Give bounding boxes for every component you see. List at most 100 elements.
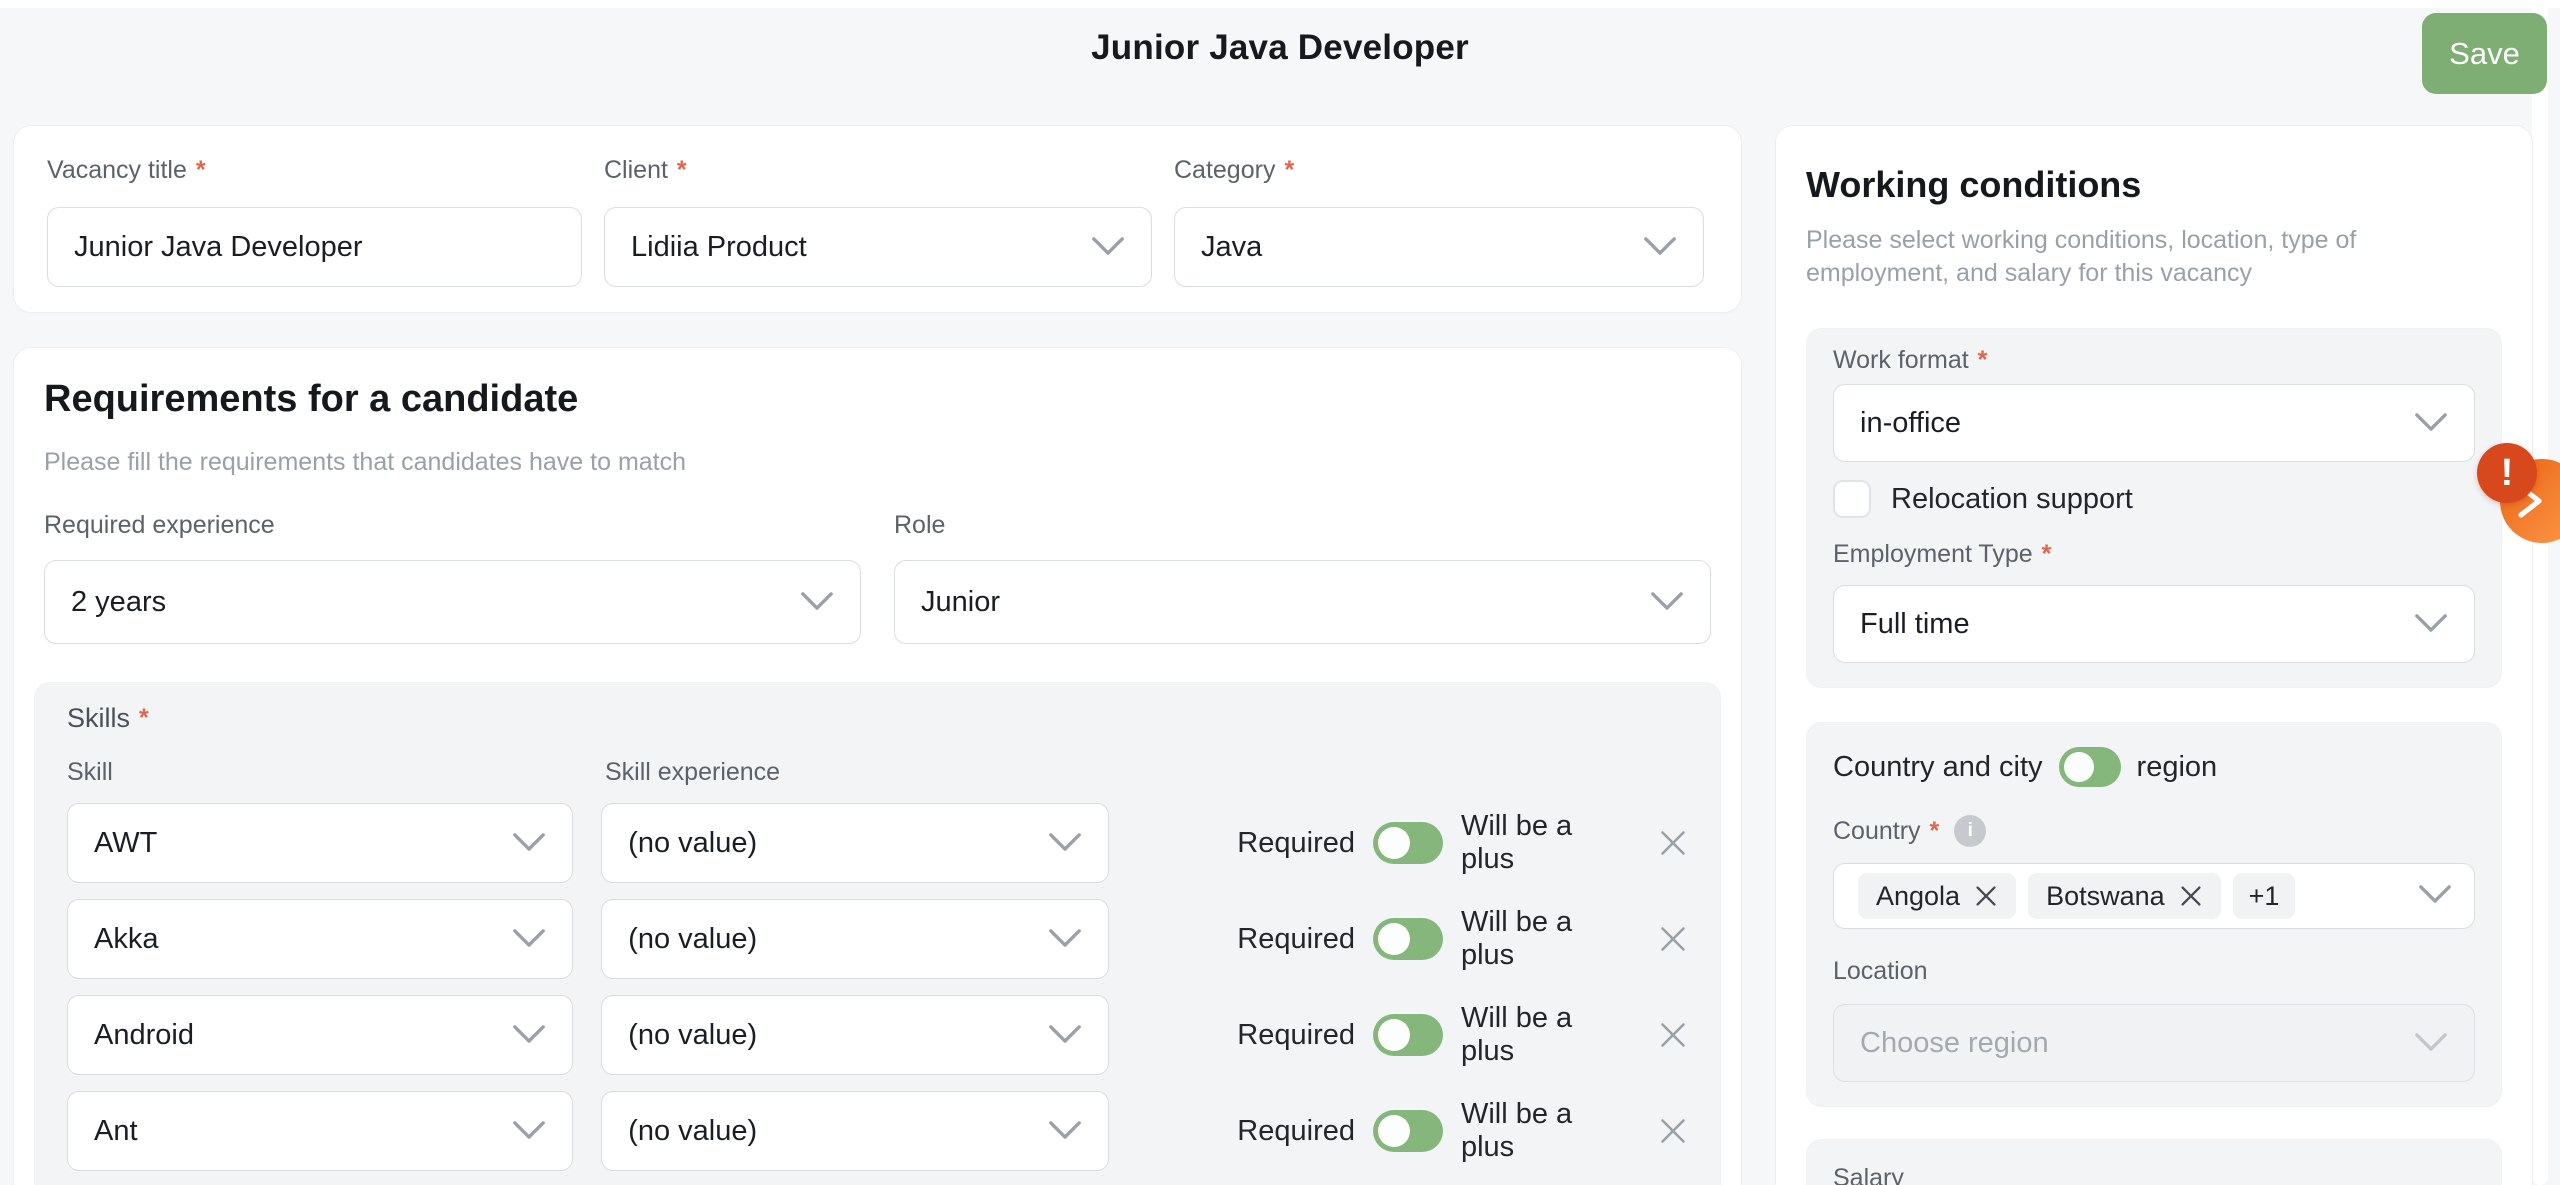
chevron-down-icon [1643,231,1677,264]
role-label: Role [894,511,1711,540]
client-label: Client * [604,156,1152,185]
chevron-down-icon [1048,923,1082,956]
relocation-support-row[interactable]: Relocation support [1833,480,2475,518]
toggle-knob [1378,827,1410,859]
skill-experience-value: (no value) [628,827,1034,860]
skill-select[interactable]: Akka [67,899,573,979]
skill-experience-column-label: Skill experience [605,758,1117,787]
employment-type-select[interactable]: Full time [1833,585,2475,663]
work-format-value: in-office [1860,407,2400,440]
vacancy-title-label: Vacancy title * [47,156,582,185]
skill-value: AWT [94,827,498,860]
category-field-group: Category * Java [1174,156,1704,287]
close-icon [1658,924,1688,954]
skill-experience-value: (no value) [628,923,1034,956]
country-chip-label: Botswana [2046,881,2165,912]
remove-skill-button[interactable] [1658,924,1688,954]
exclamation-icon: ! [2501,452,2514,495]
category-select[interactable]: Java [1174,207,1704,287]
skill-select[interactable]: Ant [67,1091,573,1171]
client-field-group: Client * Lidiia Product [604,156,1152,287]
required-asterisk: * [1284,156,1294,185]
required-plus-toggle[interactable] [1373,1110,1443,1152]
skill-experience-select[interactable]: (no value) [601,803,1109,883]
working-conditions-title: Working conditions [1806,164,2502,206]
country-more-badge[interactable]: +1 [2233,873,2296,919]
required-experience-label: Required experience [44,511,861,540]
required-plus-toggle[interactable] [1373,822,1443,864]
required-asterisk: * [677,156,687,185]
alert-badge[interactable]: ! [2477,443,2537,503]
close-icon [1658,1116,1688,1146]
save-button[interactable]: Save [2422,13,2547,94]
vacancy-card: Vacancy title * Junior Java Developer Cl… [13,125,1742,313]
country-chip-label: Angola [1876,881,1960,912]
remove-country-button[interactable] [1974,884,1998,908]
skill-row: Ant (no value) Required Will be a plus [67,1091,1688,1171]
required-experience-select[interactable]: 2 years [44,560,861,644]
vacancy-title-value: Junior Java Developer [74,231,363,264]
role-value: Junior [921,586,1636,619]
region-select[interactable]: Choose region [1833,1004,2475,1082]
skill-value: Akka [94,923,498,956]
work-format-select[interactable]: in-office [1833,384,2475,462]
chevron-down-icon [800,586,834,619]
country-chip: Botswana [2028,873,2221,919]
mode-country-city-label: Country and city [1833,751,2043,784]
plus-toggle-label: Will be a plus [1461,1002,1632,1068]
skill-experience-select[interactable]: (no value) [601,995,1109,1075]
chevron-down-icon [512,923,546,956]
remove-country-button[interactable] [2179,884,2203,908]
plus-toggle-label: Will be a plus [1461,810,1632,876]
remove-skill-button[interactable] [1658,828,1688,858]
chevron-down-icon [2414,608,2448,641]
required-plus-toggle[interactable] [1373,1014,1443,1056]
top-strip [0,0,2560,8]
chevron-down-icon [512,1019,546,1052]
chevron-down-icon [1091,231,1125,264]
required-toggle-label: Required [1237,827,1355,860]
skill-value: Ant [94,1115,498,1148]
remove-skill-button[interactable] [1658,1116,1688,1146]
required-toggle-label: Required [1237,923,1355,956]
client-value: Lidiia Product [631,231,1077,264]
client-select[interactable]: Lidiia Product [604,207,1152,287]
chevron-down-icon [512,1115,546,1148]
chevron-down-icon [2414,407,2448,440]
skill-experience-select[interactable]: (no value) [601,899,1109,979]
mode-region-label: region [2137,751,2218,784]
chevron-down-icon [1048,1019,1082,1052]
country-multiselect[interactable]: Angola Botswana +1 [1833,863,2475,929]
chevron-down-icon [1048,827,1082,860]
chevron-down-icon [512,827,546,860]
chevron-down-icon [1650,586,1684,619]
location-mode-toggle[interactable] [2059,747,2121,787]
requirements-subtitle: Please fill the requirements that candid… [44,445,1711,479]
skill-row: AWT (no value) Required Will be a plus [67,803,1688,883]
location-mode-row: Country and city region [1833,747,2475,787]
close-icon [1658,1020,1688,1050]
role-select[interactable]: Junior [894,560,1711,644]
info-icon[interactable]: i [1954,815,1986,847]
skill-select[interactable]: AWT [67,803,573,883]
skill-select[interactable]: Android [67,995,573,1075]
vacancy-title-label-text: Vacancy title [47,156,187,185]
scrollbar-track[interactable] [2532,0,2548,1185]
work-format-panel: Work format * in-office Relocation suppo… [1806,328,2502,688]
relocation-support-checkbox[interactable] [1833,480,1871,518]
required-plus-toggle[interactable] [1373,918,1443,960]
client-label-text: Client [604,156,668,185]
vacancy-title-input[interactable]: Junior Java Developer [47,207,582,287]
skill-experience-select[interactable]: (no value) [601,1091,1109,1171]
skills-label: Skills * [67,703,1688,734]
required-asterisk: * [2042,540,2052,569]
close-icon [2179,884,2203,908]
region-placeholder: Choose region [1860,1027,2400,1060]
skill-column-label: Skill [67,758,577,787]
skill-row: Akka (no value) Required Will be a plus [67,899,1688,979]
skill-experience-value: (no value) [628,1115,1034,1148]
remove-skill-button[interactable] [1658,1020,1688,1050]
skill-row: Android (no value) Required Will be a pl… [67,995,1688,1075]
plus-toggle-label: Will be a plus [1461,906,1632,972]
skills-label-text: Skills [67,703,130,734]
